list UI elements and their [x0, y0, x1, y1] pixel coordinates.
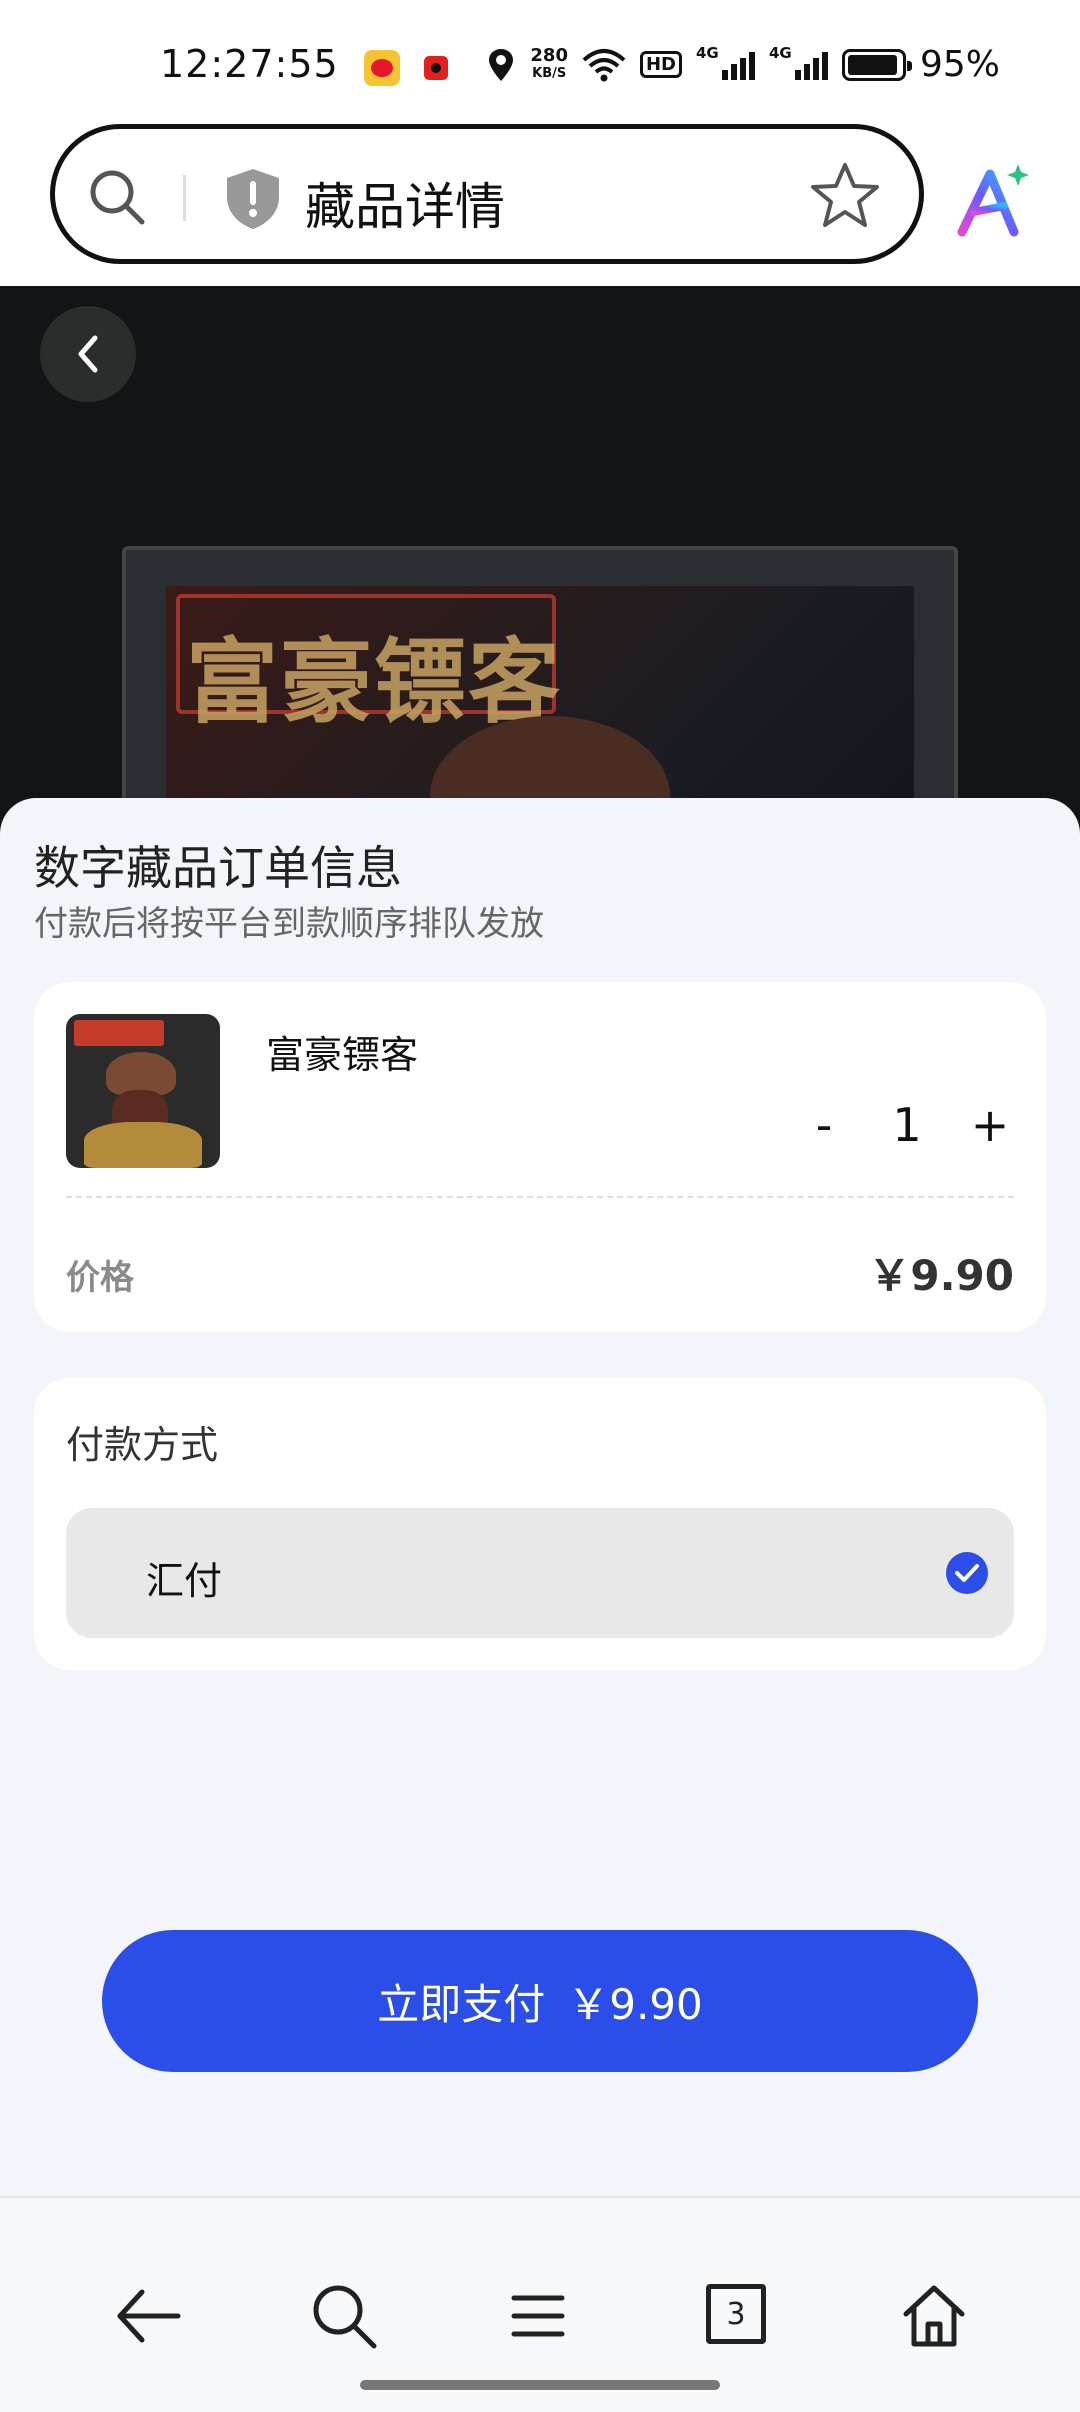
payment-option-label: 汇付: [146, 1559, 223, 1603]
home-icon[interactable]: [898, 2280, 970, 2352]
back-button[interactable]: [40, 306, 136, 402]
hd-voice-icon: HD: [639, 51, 682, 78]
search-icon[interactable]: [85, 165, 149, 229]
item-thumbnail: [66, 1014, 220, 1168]
price-label: 价格: [66, 1258, 134, 1298]
status-icons: 280 KB/S HD 4G 4G 95%: [486, 44, 1000, 85]
item-divider: [66, 1196, 1014, 1198]
order-subheading: 付款后将按平台到款顺序排队发放: [34, 904, 544, 944]
battery-percent: 95%: [919, 44, 1000, 85]
wifi-icon: [582, 48, 626, 81]
app-notification-icon: [424, 56, 448, 80]
security-shield-icon[interactable]: [223, 167, 283, 231]
quantity-plus-button[interactable]: +: [960, 1098, 1020, 1152]
quantity-value: 1: [892, 1098, 922, 1152]
address-bar: 藏品详情: [0, 120, 1080, 286]
pay-now-amount: ￥9.90: [567, 1979, 703, 2029]
tab-count: 3: [706, 2284, 766, 2344]
chevron-left-icon: [78, 335, 98, 373]
menu-icon[interactable]: [502, 2280, 574, 2352]
price-value: ￥9.90: [868, 1251, 1014, 1300]
tabs-icon[interactable]: 3: [706, 2284, 778, 2356]
item-name: 富豪镖客: [266, 1033, 419, 1077]
sim1-label: 4G: [695, 43, 719, 62]
pay-now-label: 立即支付: [377, 1979, 546, 2029]
gesture-home-bar[interactable]: [360, 2380, 720, 2390]
url-separator: [183, 175, 186, 221]
order-item-card: 富豪镖客 - 1 + 价格 ￥9.90: [34, 982, 1046, 1332]
payment-option-huifu[interactable]: 汇付: [66, 1508, 1014, 1638]
quantity-stepper: - 1 +: [794, 1090, 1020, 1160]
page: 12:27:55 280 KB/S HD 4G 4G 95% 藏品详情 富豪镖客…: [0, 0, 1080, 2412]
search-icon[interactable]: [308, 2280, 380, 2352]
page-title[interactable]: 藏品详情: [305, 167, 505, 239]
weibo-notification-icon: [364, 50, 400, 86]
order-heading: 数字藏品订单信息: [34, 841, 402, 895]
battery-icon: [841, 48, 912, 81]
net-speed-unit: KB/S: [532, 65, 567, 81]
net-speed-value: 280: [530, 44, 568, 66]
location-icon: [489, 48, 514, 81]
signal-sim1-icon: 4G: [696, 44, 755, 80]
status-time: 12:27:55: [160, 42, 339, 86]
payment-method-card: 付款方式 汇付: [34, 1378, 1046, 1670]
back-icon[interactable]: [112, 2280, 184, 2352]
status-bar: 12:27:55 280 KB/S HD 4G 4G 95%: [0, 0, 1080, 120]
net-speed: 280 KB/S: [530, 44, 568, 83]
signal-sim2-icon: 4G: [769, 44, 828, 80]
bookmark-star-icon[interactable]: [809, 159, 881, 231]
pay-now-button[interactable]: 立即支付 ￥9.90: [102, 1930, 978, 2072]
sim2-label: 4G: [768, 43, 792, 62]
check-icon: [946, 1552, 988, 1594]
hero-image: 富豪镖客: [0, 286, 1080, 846]
ai-assistant-icon[interactable]: [956, 160, 1032, 240]
payment-title: 付款方式: [66, 1423, 219, 1467]
url-box[interactable]: 藏品详情: [50, 124, 924, 264]
quantity-minus-button[interactable]: -: [794, 1098, 854, 1152]
